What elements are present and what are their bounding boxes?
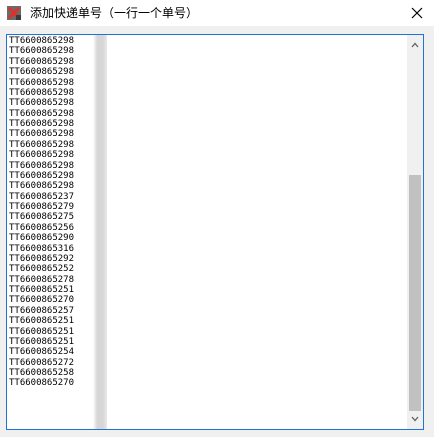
tracking-number-text: TT6600865252: [9, 264, 75, 275]
tracking-number-text: TT6600865298: [9, 129, 75, 140]
tracking-number-text: TT6600865275: [9, 212, 75, 223]
tracking-number-text: TT6600865298: [9, 36, 75, 46]
close-icon: [411, 4, 423, 23]
tracking-number-line: TT6600865298: [9, 88, 407, 98]
scroll-up-button[interactable]: [407, 37, 423, 53]
close-button[interactable]: [406, 2, 428, 24]
chevron-up-icon: [411, 42, 419, 48]
tracking-number-line: TT6600865257: [9, 306, 407, 316]
title-bar: 添加快递单号（一行一个单号）: [0, 0, 434, 26]
tracking-number-line: TT6600865278: [9, 275, 407, 285]
tracking-number-line: TT6600865298: [9, 78, 407, 88]
tracking-number-text: TT6600865272: [9, 357, 75, 368]
tracking-number-line: TT6600865256: [9, 223, 407, 233]
tracking-number-text: TT6600865298: [9, 98, 75, 109]
tracking-number-text: TT6600865270: [9, 295, 75, 306]
tracking-number-line: TT6600865290: [9, 233, 407, 243]
tracking-number-line: TT6600865298: [9, 57, 407, 67]
window-title: 添加快递单号（一行一个单号）: [30, 6, 199, 20]
tracking-number-text: TT6600865298: [9, 170, 75, 181]
tracking-number-line: TT6600865292: [9, 254, 407, 264]
tracking-number-line: TT6600865298: [9, 140, 407, 150]
tracking-number-line: TT6600865298: [9, 119, 407, 129]
scroll-down-button[interactable]: [407, 411, 423, 427]
tracking-number-text: TT6600865251: [9, 326, 75, 337]
tracking-number-line: TT6600865298: [9, 181, 407, 191]
tracking-number-line: TT6600865270: [9, 378, 407, 388]
tracking-number-line: TT6600865237: [9, 192, 407, 202]
scroll-thumb[interactable]: [409, 175, 421, 411]
tracking-number-text: TT6600865298: [9, 67, 75, 78]
tracking-number-text: TT6600865298: [9, 77, 75, 88]
tracking-number-text: TT6600865278: [9, 274, 75, 285]
tracking-number-line: TT6600865258: [9, 368, 407, 378]
tracking-number-line: TT6600865298: [9, 161, 407, 171]
tracking-number-line: TT6600865298: [9, 98, 407, 108]
tracking-number-line: TT6600865298: [9, 171, 407, 181]
tracking-number-text: TT6600865237: [9, 191, 75, 202]
tracking-number-line: TT6600865251: [9, 337, 407, 347]
tracking-number-text: TT6600865251: [9, 336, 75, 347]
tracking-number-line: TT6600865254: [9, 347, 407, 357]
tracking-number-text: TT6600865279: [9, 202, 75, 212]
tracking-number-line: TT6600865272: [9, 358, 407, 368]
tracking-number-text: TT6600865251: [9, 285, 75, 295]
tracking-number-text: TT6600865316: [9, 243, 75, 254]
tracking-number-text: TT6600865298: [9, 160, 75, 171]
tracking-number-line: TT6600865298: [9, 150, 407, 160]
tracking-number-text: TT6600865270: [9, 378, 75, 389]
chevron-down-icon: [411, 416, 419, 422]
vertical-scrollbar[interactable]: [407, 35, 423, 429]
tracking-number-text: TT6600865298: [9, 119, 75, 129]
app-icon: [6, 5, 22, 21]
tracking-number-line: TT6600865298: [9, 46, 407, 56]
tracking-number-text: TT6600865258: [9, 368, 75, 378]
textarea-lines: TT6600865298 TT6600865298 TT6600865298 TT66…: [9, 36, 407, 389]
tracking-number-text: TT6600865292: [9, 253, 75, 264]
redaction-blur: [93, 35, 107, 429]
tracking-number-text: TT6600865256: [9, 222, 75, 233]
tracking-number-text: TT6600865298: [9, 46, 75, 57]
tracking-number-line: TT6600865298: [9, 36, 407, 46]
tracking-number-line: TT6600865251: [9, 316, 407, 326]
tracking-number-text: TT6600865298: [9, 150, 75, 161]
tracking-number-text: TT6600865298: [9, 181, 75, 192]
tracking-number-line: TT6600865279: [9, 202, 407, 212]
tracking-number-text: TT6600865298: [9, 87, 75, 98]
tracking-number-line: TT6600865275: [9, 212, 407, 222]
tracking-number-text: TT6600865290: [9, 233, 75, 244]
tracking-number-text: TT6600865251: [9, 316, 75, 327]
tracking-number-line: TT6600865316: [9, 244, 407, 254]
tracking-number-line: TT6600865298: [9, 109, 407, 119]
tracking-number-text: TT6600865254: [9, 347, 75, 358]
tracking-number-line: TT6600865298: [9, 67, 407, 77]
tracking-number-textarea[interactable]: TT6600865298 TT6600865298 TT6600865298 TT66…: [6, 34, 424, 430]
tracking-number-line: TT6600865252: [9, 264, 407, 274]
tracking-number-line: TT6600865298: [9, 129, 407, 139]
tracking-number-line: TT6600865251: [9, 285, 407, 295]
tracking-number-text: TT6600865257: [9, 305, 75, 316]
tracking-number-line: TT6600865270: [9, 295, 407, 305]
tracking-number-text: TT6600865298: [9, 56, 75, 67]
tracking-number-text: TT6600865298: [9, 139, 75, 150]
tracking-number-line: TT6600865251: [9, 327, 407, 337]
tracking-number-text: TT6600865298: [9, 108, 75, 119]
